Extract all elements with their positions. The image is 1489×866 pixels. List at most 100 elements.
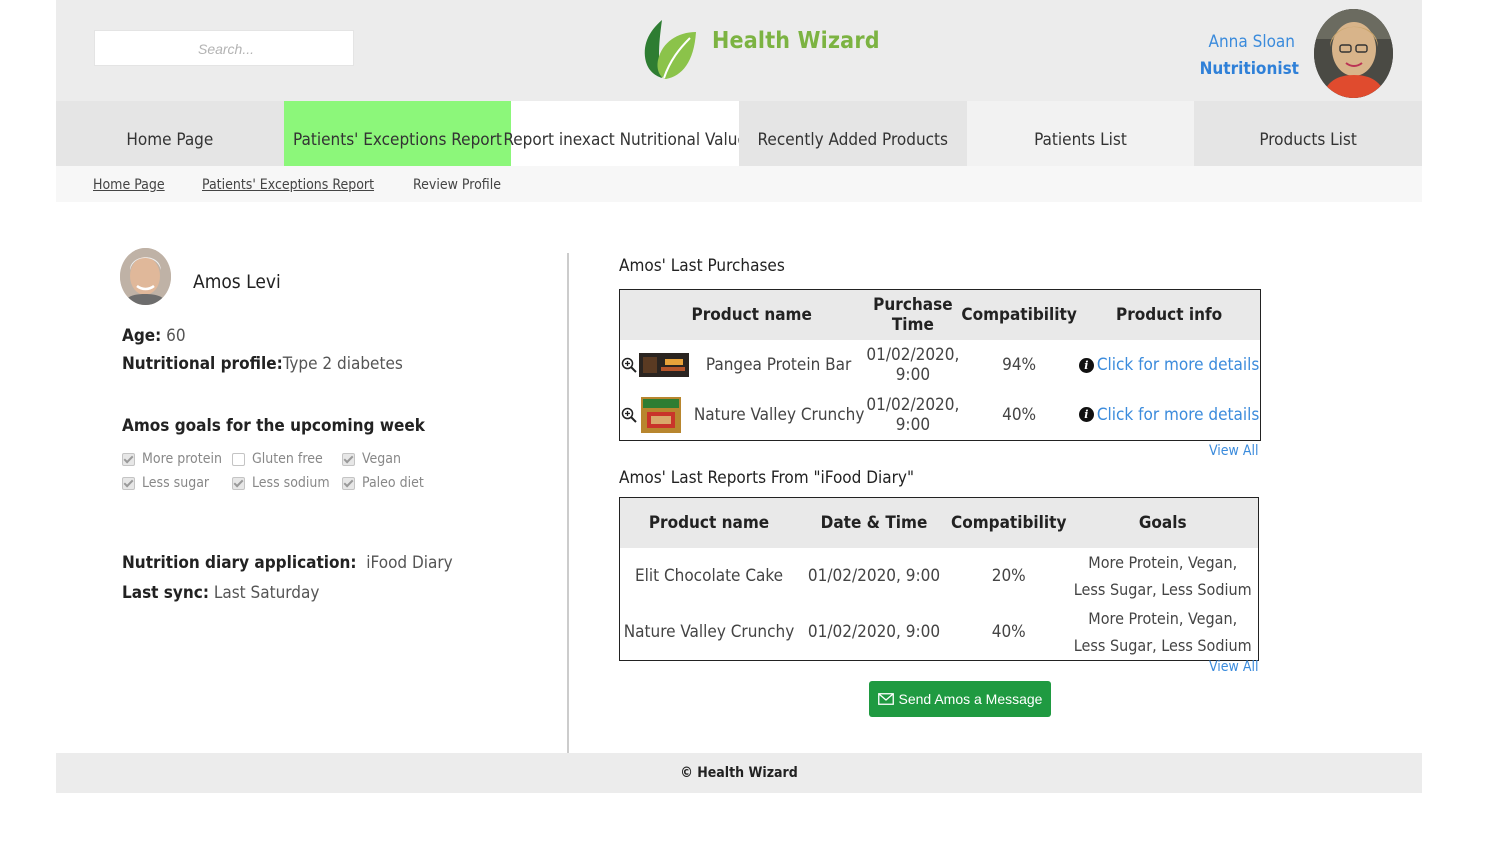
send-message-button[interactable]: Send Amos a Message xyxy=(869,681,1051,717)
table-header-spacer xyxy=(619,289,638,340)
nav-recently-added[interactable]: Recently Added Products xyxy=(738,101,967,166)
goal-paleo-diet[interactable]: Paleo diet xyxy=(342,475,424,491)
goal-vegan[interactable]: Vegan xyxy=(342,451,401,467)
nav-report-inexact[interactable]: Report inexact Nutritional Value xyxy=(503,101,747,166)
goal-less-sugar[interactable]: Less sugar xyxy=(122,475,209,491)
purchases-table: Product name Purchase Time Compatibility… xyxy=(619,289,1262,441)
product-cell: Nature Valley Crunchy xyxy=(638,390,865,440)
purchase-time: 01/02/2020, 9:00 xyxy=(866,394,960,435)
table-header: Purchase Time xyxy=(865,289,961,340)
patient-avatar xyxy=(120,248,171,305)
send-button-label: Send Amos a Message xyxy=(898,691,1043,707)
checkbox-checked-icon[interactable] xyxy=(232,476,245,490)
goal-label: Less sugar xyxy=(142,475,210,491)
search-input[interactable] xyxy=(95,31,357,67)
nav-patients-list[interactable]: Patients List xyxy=(966,101,1195,166)
age-label: Age: xyxy=(122,326,162,346)
checkbox-checked-icon[interactable] xyxy=(342,452,355,466)
report-time: 01/02/2020, 9:00 xyxy=(807,622,941,642)
age-value: 60 xyxy=(166,326,186,346)
leaf-logo-icon xyxy=(644,20,696,79)
table-header-row: Product name Date & Time Compatibility G… xyxy=(619,497,1259,548)
table-row: Elit Chocolate Cake 01/02/2020, 9:00 20%… xyxy=(620,548,1259,604)
table-header: Product info xyxy=(1077,289,1261,340)
nav-home[interactable]: Home Page xyxy=(56,101,284,166)
search-box[interactable] xyxy=(94,30,357,67)
checkbox-checked-icon[interactable] xyxy=(342,476,355,490)
product-info-cell[interactable]: i Click for more details xyxy=(1078,390,1261,440)
checkbox-checked-icon[interactable] xyxy=(122,476,135,490)
table-header: Product name xyxy=(638,289,866,340)
goals-cell: More Protein, Vegan, Less Sugar, Less So… xyxy=(1067,604,1258,661)
compatibility: 20% xyxy=(991,566,1026,586)
checkbox-unchecked-icon[interactable] xyxy=(232,452,245,466)
user-name[interactable]: Anna Sloan xyxy=(1209,32,1295,52)
checkbox-checked-icon[interactable] xyxy=(122,452,135,466)
patient-profile: Nutritional profile:Type 2 diabetes xyxy=(122,354,403,374)
patient-portrait-icon xyxy=(120,248,171,305)
user-role: Nutritionist xyxy=(1199,59,1299,79)
breadcrumb: Home Page Patients' Exceptions Report Re… xyxy=(56,166,1422,202)
nav-exceptions-report[interactable]: Patients' Exceptions Report xyxy=(283,101,512,166)
goal-gluten-free[interactable]: Gluten free xyxy=(232,451,323,467)
compatibility: 40% xyxy=(991,622,1026,642)
product-name: Nature Valley Crunchy xyxy=(623,622,795,642)
goals-line: More Protein, Vegan, xyxy=(1088,609,1238,628)
goals-title: Amos goals for the upcoming week xyxy=(122,416,425,436)
zoom-cell[interactable] xyxy=(620,390,639,440)
profile-value: Type 2 diabetes xyxy=(282,354,403,374)
product-info-cell[interactable]: i Click for more details xyxy=(1078,340,1261,390)
zoom-in-icon[interactable] xyxy=(621,407,637,423)
table-header: Compatibility xyxy=(960,289,1078,340)
goals-line: Less Sugar, Less Sodium xyxy=(1073,580,1252,599)
patient-age: Age: 60 xyxy=(122,326,186,346)
product-name: Nature Valley Crunchy xyxy=(693,404,865,425)
nav-products-list[interactable]: Products List xyxy=(1194,101,1422,166)
reports-view-all-link[interactable]: View All xyxy=(1209,659,1258,675)
goal-more-protein[interactable]: More protein xyxy=(122,451,222,467)
purchase-time: 01/02/2020, 9:00 xyxy=(866,345,960,385)
app-label: Nutrition diary application: xyxy=(122,553,357,573)
table-header: Goals xyxy=(1067,497,1259,548)
compatibility: 40% xyxy=(1002,404,1037,425)
table-row: Nature Valley Crunchy 01/02/2020, 9:00 4… xyxy=(620,604,1259,661)
app-value: iFood Diary xyxy=(366,553,453,573)
table-header-row: Product name Purchase Time Compatibility… xyxy=(619,289,1261,340)
breadcrumb-exceptions[interactable]: Patients' Exceptions Report xyxy=(202,177,374,193)
breadcrumb-home[interactable]: Home Page xyxy=(93,177,165,193)
patient-name: Amos Levi xyxy=(193,271,281,293)
zoom-in-icon[interactable] xyxy=(621,357,637,373)
report-time: 01/02/2020, 9:00 xyxy=(807,566,941,586)
brand-name: Health Wizard xyxy=(712,28,880,54)
compatibility: 94% xyxy=(1002,355,1037,375)
user-portrait-icon xyxy=(1314,9,1393,98)
footer: © Health Wizard xyxy=(56,753,1422,793)
zoom-cell[interactable] xyxy=(620,340,639,390)
reports-title: Amos' Last Reports From "iFood Diary" xyxy=(619,468,914,488)
info-icon: i xyxy=(1078,407,1094,423)
last-sync: Last sync: Last Saturday xyxy=(122,583,319,603)
envelope-icon xyxy=(877,693,894,705)
details-link[interactable]: Click for more details xyxy=(1097,355,1260,375)
product-name: Pangea Protein Bar xyxy=(705,355,852,375)
user-avatar[interactable] xyxy=(1314,9,1393,98)
goal-less-sodium[interactable]: Less sodium xyxy=(232,475,330,491)
sync-label: Last sync: xyxy=(122,583,209,603)
table-header: Compatibility xyxy=(950,497,1068,548)
product-name: Elit Chocolate Cake xyxy=(634,566,784,586)
breadcrumb-current: Review Profile xyxy=(413,177,501,193)
details-link[interactable]: Click for more details xyxy=(1097,405,1260,425)
goals-line: More Protein, Vegan, xyxy=(1088,553,1238,572)
product-cell: Pangea Protein Bar xyxy=(638,340,865,390)
reports-table: Product name Date & Time Compatibility G… xyxy=(619,497,1259,661)
table-row: Nature Valley Crunchy 01/02/2020, 9:00 4… xyxy=(620,390,1261,440)
profile-label: Nutritional profile: xyxy=(122,354,283,374)
goal-label: Vegan xyxy=(362,451,401,467)
protein-bar-thumbnail-icon xyxy=(639,353,689,377)
purchases-view-all-link[interactable]: View All xyxy=(1209,443,1258,459)
goal-label: More protein xyxy=(142,451,222,467)
goal-label: Gluten free xyxy=(252,451,323,467)
goals-cell: More Protein, Vegan, Less Sugar, Less So… xyxy=(1067,548,1258,604)
column-divider xyxy=(567,253,569,753)
table-header: Date & Time xyxy=(798,497,950,548)
